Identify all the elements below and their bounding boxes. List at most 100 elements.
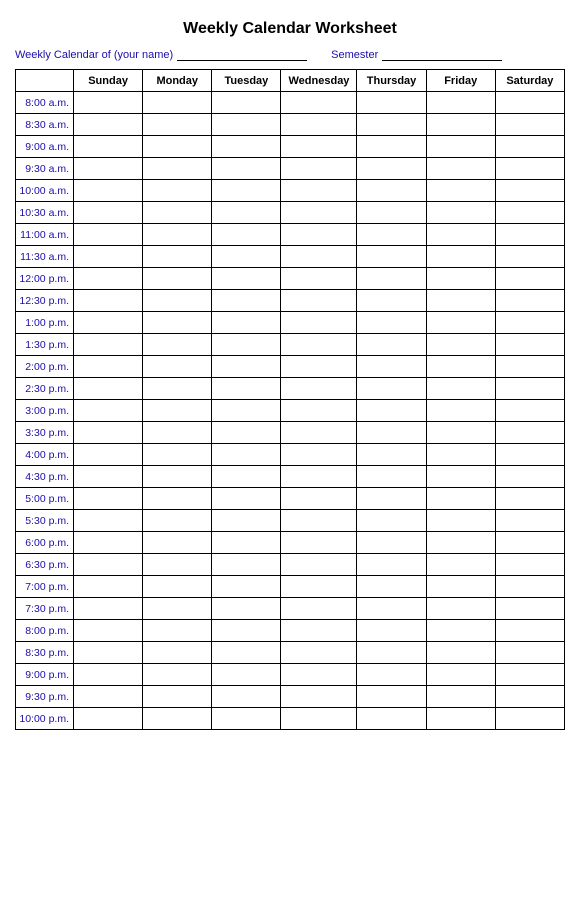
- day-cell[interactable]: [495, 268, 564, 290]
- day-cell[interactable]: [495, 554, 564, 576]
- name-field[interactable]: [177, 48, 307, 61]
- day-cell[interactable]: [281, 246, 357, 268]
- day-cell[interactable]: [357, 598, 426, 620]
- day-cell[interactable]: [143, 532, 212, 554]
- day-cell[interactable]: [426, 576, 495, 598]
- day-cell[interactable]: [281, 158, 357, 180]
- day-cell[interactable]: [212, 268, 281, 290]
- day-cell[interactable]: [357, 268, 426, 290]
- day-cell[interactable]: [281, 312, 357, 334]
- day-cell[interactable]: [212, 114, 281, 136]
- day-cell[interactable]: [212, 202, 281, 224]
- day-cell[interactable]: [357, 180, 426, 202]
- day-cell[interactable]: [426, 224, 495, 246]
- day-cell[interactable]: [357, 312, 426, 334]
- day-cell[interactable]: [281, 92, 357, 114]
- day-cell[interactable]: [143, 642, 212, 664]
- day-cell[interactable]: [357, 510, 426, 532]
- day-cell[interactable]: [74, 598, 143, 620]
- day-cell[interactable]: [357, 290, 426, 312]
- day-cell[interactable]: [212, 664, 281, 686]
- day-cell[interactable]: [143, 576, 212, 598]
- day-cell[interactable]: [426, 290, 495, 312]
- day-cell[interactable]: [281, 642, 357, 664]
- day-cell[interactable]: [426, 400, 495, 422]
- day-cell[interactable]: [495, 246, 564, 268]
- day-cell[interactable]: [281, 532, 357, 554]
- day-cell[interactable]: [426, 334, 495, 356]
- day-cell[interactable]: [426, 598, 495, 620]
- day-cell[interactable]: [281, 290, 357, 312]
- day-cell[interactable]: [212, 158, 281, 180]
- day-cell[interactable]: [426, 114, 495, 136]
- day-cell[interactable]: [281, 136, 357, 158]
- day-cell[interactable]: [281, 444, 357, 466]
- day-cell[interactable]: [143, 202, 212, 224]
- day-cell[interactable]: [281, 422, 357, 444]
- day-cell[interactable]: [143, 664, 212, 686]
- day-cell[interactable]: [426, 202, 495, 224]
- day-cell[interactable]: [212, 246, 281, 268]
- day-cell[interactable]: [143, 444, 212, 466]
- day-cell[interactable]: [74, 334, 143, 356]
- day-cell[interactable]: [357, 532, 426, 554]
- day-cell[interactable]: [143, 268, 212, 290]
- day-cell[interactable]: [495, 708, 564, 730]
- day-cell[interactable]: [74, 686, 143, 708]
- day-cell[interactable]: [426, 136, 495, 158]
- day-cell[interactable]: [495, 224, 564, 246]
- day-cell[interactable]: [426, 532, 495, 554]
- day-cell[interactable]: [74, 620, 143, 642]
- day-cell[interactable]: [143, 554, 212, 576]
- day-cell[interactable]: [143, 488, 212, 510]
- day-cell[interactable]: [74, 532, 143, 554]
- day-cell[interactable]: [426, 510, 495, 532]
- day-cell[interactable]: [212, 554, 281, 576]
- day-cell[interactable]: [426, 686, 495, 708]
- day-cell[interactable]: [495, 92, 564, 114]
- day-cell[interactable]: [74, 488, 143, 510]
- day-cell[interactable]: [281, 598, 357, 620]
- day-cell[interactable]: [281, 466, 357, 488]
- day-cell[interactable]: [495, 180, 564, 202]
- day-cell[interactable]: [426, 642, 495, 664]
- day-cell[interactable]: [74, 554, 143, 576]
- day-cell[interactable]: [357, 664, 426, 686]
- day-cell[interactable]: [143, 224, 212, 246]
- day-cell[interactable]: [426, 268, 495, 290]
- day-cell[interactable]: [357, 642, 426, 664]
- day-cell[interactable]: [357, 422, 426, 444]
- day-cell[interactable]: [495, 598, 564, 620]
- day-cell[interactable]: [212, 708, 281, 730]
- day-cell[interactable]: [426, 422, 495, 444]
- day-cell[interactable]: [143, 246, 212, 268]
- day-cell[interactable]: [212, 686, 281, 708]
- day-cell[interactable]: [143, 356, 212, 378]
- day-cell[interactable]: [495, 290, 564, 312]
- day-cell[interactable]: [74, 664, 143, 686]
- day-cell[interactable]: [74, 356, 143, 378]
- day-cell[interactable]: [495, 312, 564, 334]
- day-cell[interactable]: [143, 92, 212, 114]
- day-cell[interactable]: [495, 466, 564, 488]
- day-cell[interactable]: [74, 202, 143, 224]
- day-cell[interactable]: [212, 356, 281, 378]
- day-cell[interactable]: [426, 158, 495, 180]
- day-cell[interactable]: [495, 510, 564, 532]
- day-cell[interactable]: [357, 136, 426, 158]
- day-cell[interactable]: [143, 334, 212, 356]
- day-cell[interactable]: [281, 708, 357, 730]
- day-cell[interactable]: [281, 576, 357, 598]
- day-cell[interactable]: [426, 466, 495, 488]
- day-cell[interactable]: [495, 532, 564, 554]
- day-cell[interactable]: [212, 444, 281, 466]
- day-cell[interactable]: [74, 290, 143, 312]
- day-cell[interactable]: [281, 378, 357, 400]
- day-cell[interactable]: [143, 708, 212, 730]
- day-cell[interactable]: [281, 268, 357, 290]
- day-cell[interactable]: [426, 488, 495, 510]
- day-cell[interactable]: [495, 664, 564, 686]
- day-cell[interactable]: [212, 598, 281, 620]
- day-cell[interactable]: [357, 92, 426, 114]
- semester-field[interactable]: [382, 48, 502, 61]
